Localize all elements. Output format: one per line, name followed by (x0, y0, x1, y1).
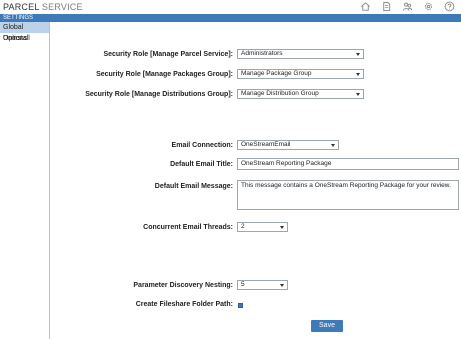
security-distributions-select[interactable]: Manage Distribution Group (237, 89, 364, 99)
sidebar: Global Options Uninstall (0, 22, 50, 339)
security-packages-label: Security Role [Manage Packages Group]: (96, 71, 233, 78)
app-title-sub: SERVICE (41, 2, 83, 12)
fileshare-path-label: Create Fileshare Folder Path: (135, 301, 233, 308)
people-icon[interactable] (402, 1, 413, 12)
app-title: PARCEL SERVICE (3, 2, 83, 12)
home-icon[interactable] (360, 1, 371, 12)
chevron-down-icon (280, 226, 284, 229)
top-bar: PARCEL SERVICE (0, 0, 461, 14)
email-title-input[interactable]: OneStream Reporting Package (237, 158, 459, 170)
email-title-label: Default Email Title: (170, 161, 233, 168)
security-distributions-value: Manage Distribution Group (241, 90, 319, 97)
security-packages-value: Manage Package Group (241, 70, 312, 77)
security-parcel-value: Administrators (241, 50, 283, 57)
security-parcel-label: Security Role [Manage Parcel Service]: (103, 51, 233, 58)
security-distributions-label: Security Role [Manage Distributions Grou… (85, 91, 233, 98)
chevron-down-icon (356, 73, 360, 76)
email-message-label: Default Email Message: (154, 183, 233, 190)
sidebar-item-uninstall[interactable]: Uninstall (0, 33, 49, 44)
settings-bar: SETTINGS (0, 14, 461, 22)
email-connection-value: OneStreamEmail (241, 141, 291, 148)
app-title-main: PARCEL (3, 2, 40, 12)
chevron-down-icon (356, 53, 360, 56)
concurrent-threads-label: Concurrent Email Threads: (143, 224, 233, 231)
concurrent-threads-value: 2 (241, 223, 245, 230)
security-packages-select[interactable]: Manage Package Group (237, 69, 364, 79)
email-message-textarea[interactable]: This message contains a OneStream Report… (237, 180, 459, 210)
page-icon[interactable] (381, 1, 392, 12)
param-nesting-select[interactable]: 5 (237, 280, 288, 290)
chevron-down-icon (280, 284, 284, 287)
chevron-down-icon (331, 144, 335, 147)
fileshare-path-checkbox[interactable] (238, 303, 243, 308)
security-parcel-select[interactable]: Administrators (237, 49, 364, 59)
param-nesting-value: 5 (241, 281, 245, 288)
email-connection-label: Email Connection: (171, 142, 233, 149)
sidebar-item-global-options[interactable]: Global Options (0, 22, 49, 42)
help-icon[interactable] (444, 1, 455, 12)
param-nesting-label: Parameter Discovery Nesting: (133, 282, 233, 289)
save-button[interactable]: Save (311, 320, 343, 332)
email-connection-select[interactable]: OneStreamEmail (237, 140, 339, 150)
concurrent-threads-select[interactable]: 2 (237, 222, 288, 232)
chevron-down-icon (356, 93, 360, 96)
header-icons (360, 1, 455, 13)
gear-icon[interactable] (423, 1, 434, 12)
